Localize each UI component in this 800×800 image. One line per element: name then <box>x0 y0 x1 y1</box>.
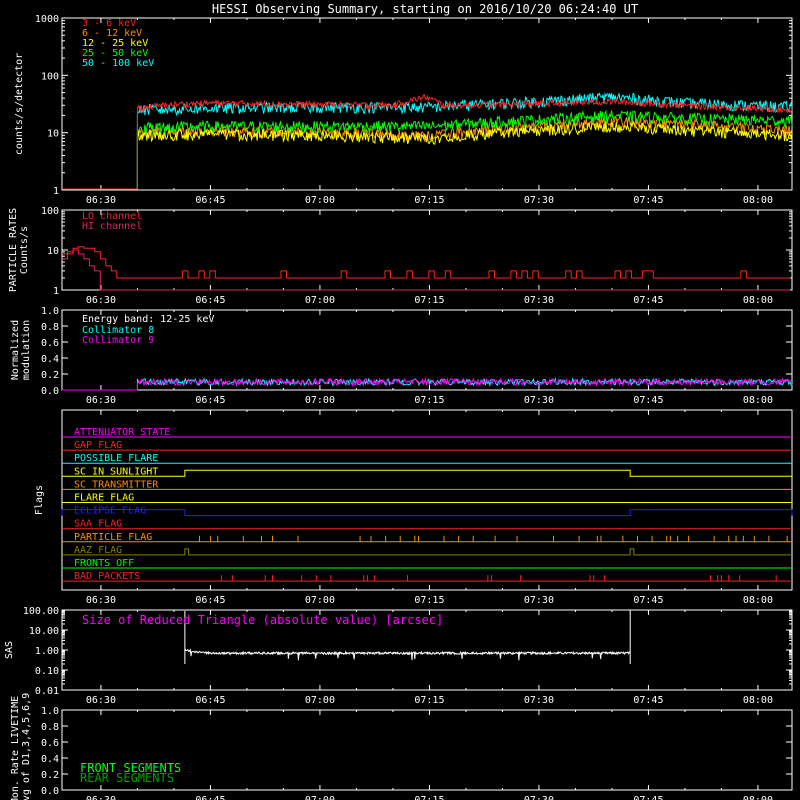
time-tick-label: 06:30 <box>86 195 116 206</box>
flag-label: PARTICLE FLAG <box>74 532 152 543</box>
time-tick-label: 07:00 <box>305 595 335 606</box>
legend-entry: 50 - 100 keV <box>82 58 154 69</box>
flag-label: SC TRANSMITTER <box>74 479 159 490</box>
time-tick-label: 06:45 <box>195 395 225 406</box>
observing-summary-figure: HESSI Observing Summary, starting on 201… <box>0 0 800 800</box>
legend-entry: REAR SEGMENTS <box>80 771 174 785</box>
y-tick-label: 10.00 <box>29 626 59 637</box>
legend-entry: Collimator 9 <box>82 335 154 346</box>
time-tick-label: 07:15 <box>414 795 444 800</box>
y-tick-label: 0.2 <box>41 770 59 781</box>
time-tick-label: 06:30 <box>86 295 116 306</box>
y-tick-label: 100.00 <box>23 606 59 617</box>
y-tick-label: 1000 <box>35 14 59 25</box>
flag-label: FRONTS OFF <box>74 558 134 569</box>
time-tick-label: 07:15 <box>414 295 444 306</box>
time-tick-label: 08:00 <box>743 395 773 406</box>
y-tick-label: 1.0 <box>41 706 59 717</box>
time-tick-label: 07:30 <box>524 295 554 306</box>
time-tick-label: 06:30 <box>86 595 116 606</box>
time-tick-label: 07:30 <box>524 595 554 606</box>
time-tick-label: 07:30 <box>524 795 554 800</box>
time-tick-label: 08:00 <box>743 795 773 800</box>
time-tick-label: 07:30 <box>524 395 554 406</box>
flag-label: ATTENUATOR STATE <box>74 427 170 438</box>
y-tick-label: 10 <box>47 129 59 140</box>
time-tick-label: 06:45 <box>195 295 225 306</box>
y-axis-label: avg of D1,3,4,5,6,9 <box>21 693 32 800</box>
legend-entry: HI channel <box>82 221 142 232</box>
flag-label: ECLIPSE FLAG <box>74 506 146 517</box>
time-tick-label: 07:45 <box>633 595 663 606</box>
time-tick-label: 06:45 <box>195 795 225 800</box>
y-axis-label: Counts/s <box>19 226 30 274</box>
y-axis-label: PARTICLE RATES <box>8 208 19 292</box>
y-axis-label: Mon. Rate LIVETIME <box>10 696 21 800</box>
y-tick-label: 0.8 <box>41 322 59 333</box>
flag-label: SC IN SUNLIGHT <box>74 466 158 477</box>
time-tick-label: 07:30 <box>524 195 554 206</box>
y-tick-label: 1.00 <box>35 646 59 657</box>
sas-annotation: Size of Reduced Triangle (absolute value… <box>82 613 443 627</box>
time-tick-label: 07:45 <box>633 295 663 306</box>
time-tick-label: 07:00 <box>305 795 335 800</box>
time-tick-label: 07:45 <box>633 395 663 406</box>
y-tick-label: 1.0 <box>41 306 59 317</box>
y-tick-label: 0.6 <box>41 738 59 749</box>
time-tick-label: 06:30 <box>86 395 116 406</box>
y-tick-label: 1 <box>53 186 59 197</box>
y-tick-label: 0.0 <box>41 786 59 797</box>
y-axis-label: SAS <box>4 641 15 659</box>
y-axis-label: modulation <box>21 320 32 380</box>
y-tick-label: 0.2 <box>41 370 59 381</box>
time-tick-label: 06:45 <box>195 695 225 706</box>
y-axis-label: Normalized <box>10 320 21 380</box>
flag-label: BAD PACKETS <box>74 571 140 582</box>
time-tick-label: 07:15 <box>414 695 444 706</box>
y-tick-label: 0.4 <box>41 354 59 365</box>
flag-label: AAZ FLAG <box>74 545 122 556</box>
y-tick-label: 1 <box>53 286 59 297</box>
time-tick-label: 07:00 <box>305 295 335 306</box>
time-tick-label: 07:00 <box>305 195 335 206</box>
time-tick-label: 06:45 <box>195 595 225 606</box>
time-tick-label: 08:00 <box>743 295 773 306</box>
time-tick-label: 07:30 <box>524 695 554 706</box>
time-tick-label: 07:00 <box>305 395 335 406</box>
figure-title: HESSI Observing Summary, starting on 201… <box>212 2 638 16</box>
time-tick-label: 08:00 <box>743 595 773 606</box>
y-tick-label: 100 <box>41 206 59 217</box>
energy-band-annotation: Energy band: 12-25 keV <box>82 314 214 325</box>
time-tick-label: 08:00 <box>743 195 773 206</box>
flag-label: GAP FLAG <box>74 440 122 451</box>
flag-label: POSSIBLE FLARE <box>74 453 158 464</box>
time-tick-label: 08:00 <box>743 695 773 706</box>
time-tick-label: 07:45 <box>633 695 663 706</box>
time-tick-label: 07:45 <box>633 795 663 800</box>
y-tick-label: 100 <box>41 71 59 82</box>
y-tick-label: 0.0 <box>41 386 59 397</box>
time-tick-label: 07:00 <box>305 695 335 706</box>
y-tick-label: 10 <box>47 246 59 257</box>
time-tick-label: 07:45 <box>633 195 663 206</box>
y-tick-label: 0.4 <box>41 754 59 765</box>
y-tick-label: 0.10 <box>35 666 59 677</box>
flag-label: SAA FLAG <box>74 519 122 530</box>
time-tick-label: 07:15 <box>414 195 444 206</box>
y-tick-label: 0.8 <box>41 722 59 733</box>
y-axis-label: Flags <box>34 485 45 515</box>
y-tick-label: 0.01 <box>35 686 59 697</box>
y-tick-label: 0.6 <box>41 338 59 349</box>
time-tick-label: 07:15 <box>414 395 444 406</box>
time-tick-label: 07:15 <box>414 595 444 606</box>
time-tick-label: 06:30 <box>86 695 116 706</box>
time-tick-label: 06:30 <box>86 795 116 800</box>
time-tick-label: 06:45 <box>195 195 225 206</box>
flag-label: FLARE FLAG <box>74 493 134 504</box>
y-axis-label: counts/s/detector <box>14 53 25 155</box>
